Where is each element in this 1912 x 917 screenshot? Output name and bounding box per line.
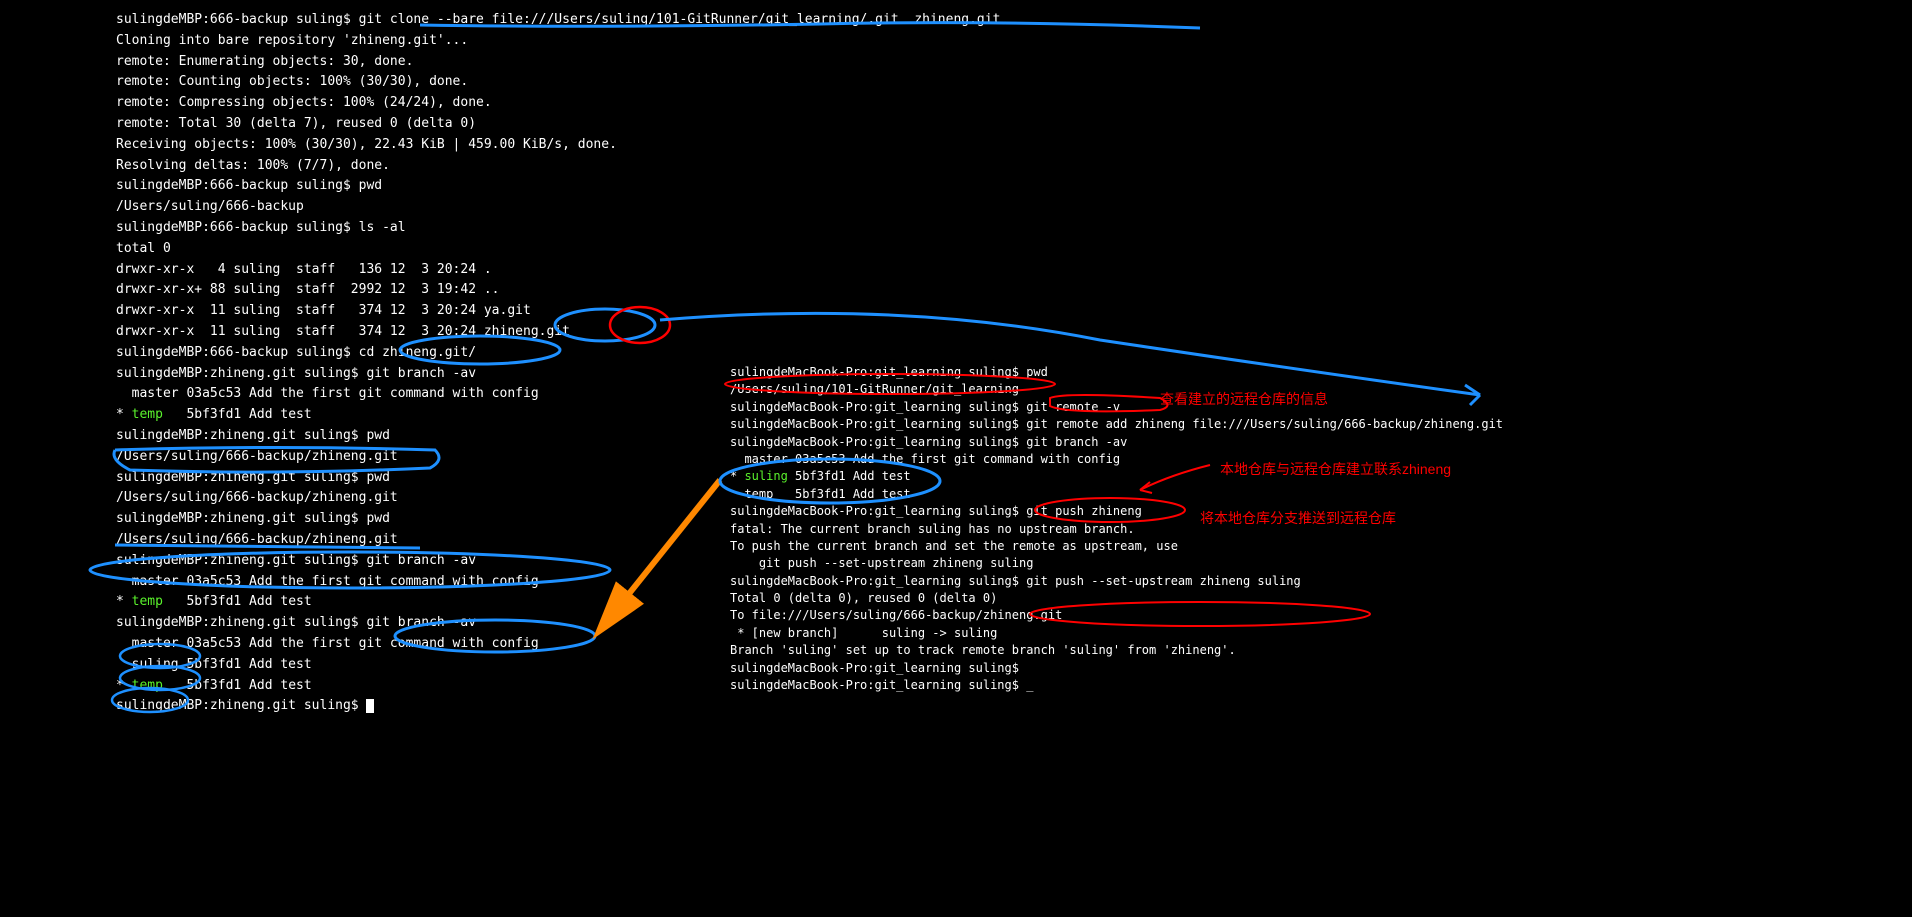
terminal-line: drwxr-xr-x 11 suling staff 374 12 3 20:2… xyxy=(116,322,1912,343)
terminal-line: * [new branch] suling -> suling xyxy=(730,625,1900,642)
terminal-line: sulingdeMacBook-Pro:git_learning suling$… xyxy=(730,364,1900,381)
terminal-line: sulingdeMacBook-Pro:git_learning suling$… xyxy=(730,416,1900,433)
annotation-push-branch: 将本地仓库分支推送到远程仓库 xyxy=(1200,507,1396,529)
terminal-line: remote: Counting objects: 100% (30/30), … xyxy=(116,72,1912,93)
terminal-line: sulingdeMBP:zhineng.git suling$ xyxy=(116,696,1912,717)
terminal-line: total 0 xyxy=(116,239,1912,260)
terminal-line: remote: Enumerating objects: 30, done. xyxy=(116,52,1912,73)
terminal-line: Total 0 (delta 0), reused 0 (delta 0) xyxy=(730,590,1900,607)
annotation-remote-link: 本地仓库与远程仓库建立联系zhineng xyxy=(1220,458,1451,480)
terminal-line: To file:///Users/suling/666-backup/zhine… xyxy=(730,607,1900,624)
terminal-line: sulingdeMBP:666-backup suling$ pwd xyxy=(116,176,1912,197)
terminal-line: Receiving objects: 100% (30/30), 22.43 K… xyxy=(116,135,1912,156)
terminal-line: remote: Compressing objects: 100% (24/24… xyxy=(116,93,1912,114)
annotation-remote-info: 查看建立的远程仓库的信息 xyxy=(1160,388,1328,410)
terminal-line: drwxr-xr-x 4 suling staff 136 12 3 20:24… xyxy=(116,260,1912,281)
terminal-line: sulingdeMacBook-Pro:git_learning suling$… xyxy=(730,434,1900,451)
terminal-line: temp 5bf3fd1 Add test xyxy=(730,486,1900,503)
cursor xyxy=(366,699,374,713)
terminal-line: sulingdeMacBook-Pro:git_learning suling$… xyxy=(730,573,1900,590)
terminal-line: sulingdeMBP:666-backup suling$ ls -al xyxy=(116,218,1912,239)
terminal-line: sulingdeMacBook-Pro:git_learning suling$… xyxy=(730,677,1900,694)
terminal-line: /Users/suling/666-backup xyxy=(116,197,1912,218)
terminal-line: remote: Total 30 (delta 7), reused 0 (de… xyxy=(116,114,1912,135)
terminal-line: Branch 'suling' set up to track remote b… xyxy=(730,642,1900,659)
terminal-line: Cloning into bare repository 'zhineng.gi… xyxy=(116,31,1912,52)
terminal-line: drwxr-xr-x 11 suling staff 374 12 3 20:2… xyxy=(116,301,1912,322)
terminal-line: git push --set-upstream zhineng suling xyxy=(730,555,1900,572)
terminal-line: drwxr-xr-x+ 88 suling staff 2992 12 3 19… xyxy=(116,280,1912,301)
terminal-line: To push the current branch and set the r… xyxy=(730,538,1900,555)
terminal-line: sulingdeMBP:666-backup suling$ git clone… xyxy=(116,10,1912,31)
terminal-line: sulingdeMacBook-Pro:git_learning suling$ xyxy=(730,660,1900,677)
terminal-line: Resolving deltas: 100% (7/7), done. xyxy=(116,156,1912,177)
